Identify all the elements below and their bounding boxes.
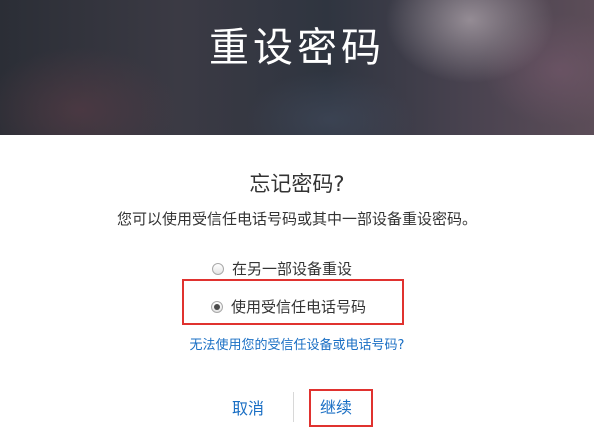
- button-divider: [293, 392, 294, 422]
- forgot-password-heading: 忘记密码?: [249, 172, 345, 196]
- option-reset-on-another-device[interactable]: 在另一部设备重设: [212, 258, 352, 279]
- header-banner: 重设密码: [0, 0, 594, 135]
- annotation-highlight-option: [182, 279, 404, 325]
- option-label: 在另一部设备重设: [232, 260, 353, 278]
- radio-unchecked-icon[interactable]: [212, 262, 224, 275]
- page-title: 重设密码: [209, 25, 385, 71]
- reset-password-page: 重设密码 忘记密码? 您可以使用受信任电话号码或其中一部设备重设密码。 在另一部…: [0, 0, 594, 427]
- cancel-button[interactable]: 取消: [232, 398, 264, 420]
- cannot-use-trusted-device-link[interactable]: 无法使用您的受信任设备或电话号码?: [0, 336, 594, 356]
- continue-button[interactable]: 继续: [320, 397, 352, 419]
- instruction-text: 您可以使用受信任电话号码或其中一部设备重设密码。: [116, 210, 477, 228]
